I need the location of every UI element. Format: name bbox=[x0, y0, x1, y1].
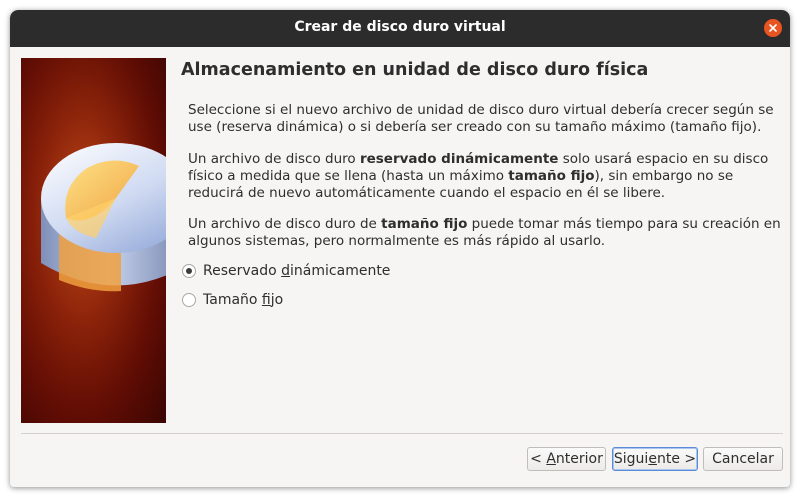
label-text: Tamaño bbox=[203, 292, 262, 308]
text-segment: Un archivo de disco duro de bbox=[188, 216, 382, 232]
hard-disk-illustration bbox=[21, 58, 166, 423]
radio-button-unselected[interactable] bbox=[182, 293, 196, 307]
window-title: Crear de disco duro virtual bbox=[294, 19, 506, 35]
label-text: ijo bbox=[270, 292, 284, 308]
description-paragraph: Seleccione si el nuevo archivo de unidad… bbox=[188, 102, 774, 135]
dynamic-explanation-paragraph: Un archivo de disco duro reservado dinám… bbox=[188, 151, 782, 202]
radio-fixed-option[interactable]: Tamaño fijo bbox=[182, 290, 283, 310]
dialog-window: Crear de disco duro virtual Almacenamien… bbox=[10, 10, 790, 487]
page-heading: Almacenamiento en unidad de disco duro f… bbox=[181, 60, 649, 80]
bold-text: tamaño fijo bbox=[381, 216, 468, 232]
button-text: Sigui bbox=[613, 451, 649, 467]
radio-label[interactable]: Tamaño fijo bbox=[203, 292, 283, 308]
bold-text: reservado dinámicamente bbox=[359, 151, 559, 167]
mnemonic-letter: A bbox=[546, 451, 556, 467]
label-text: inámicamente bbox=[290, 263, 391, 279]
next-button[interactable]: Siguiente > bbox=[612, 447, 698, 471]
back-button[interactable]: < Anterior bbox=[527, 447, 606, 471]
label-text: Reservado bbox=[203, 263, 282, 279]
mnemonic-letter: e bbox=[648, 451, 657, 467]
mnemonic-letter: d bbox=[281, 263, 291, 279]
cancel-button[interactable]: Cancelar bbox=[703, 447, 783, 471]
close-button[interactable] bbox=[764, 19, 782, 37]
radio-label[interactable]: Reservado dinámicamente bbox=[203, 263, 390, 279]
bold-text: tamaño fijo bbox=[508, 168, 595, 184]
button-text: < bbox=[530, 451, 547, 467]
button-text: nte > bbox=[656, 451, 697, 467]
button-text: nterior bbox=[555, 451, 603, 467]
title-bar: Crear de disco duro virtual bbox=[10, 10, 790, 47]
radio-button-selected[interactable] bbox=[182, 264, 196, 278]
mnemonic-letter: f bbox=[261, 292, 271, 308]
button-separator bbox=[21, 433, 783, 434]
fixed-explanation-paragraph: Un archivo de disco duro de tamaño fijo … bbox=[188, 216, 782, 250]
radio-dynamic-option[interactable]: Reservado dinámicamente bbox=[182, 261, 390, 281]
close-icon bbox=[769, 24, 777, 32]
text-segment: Un archivo de disco duro bbox=[188, 151, 360, 167]
